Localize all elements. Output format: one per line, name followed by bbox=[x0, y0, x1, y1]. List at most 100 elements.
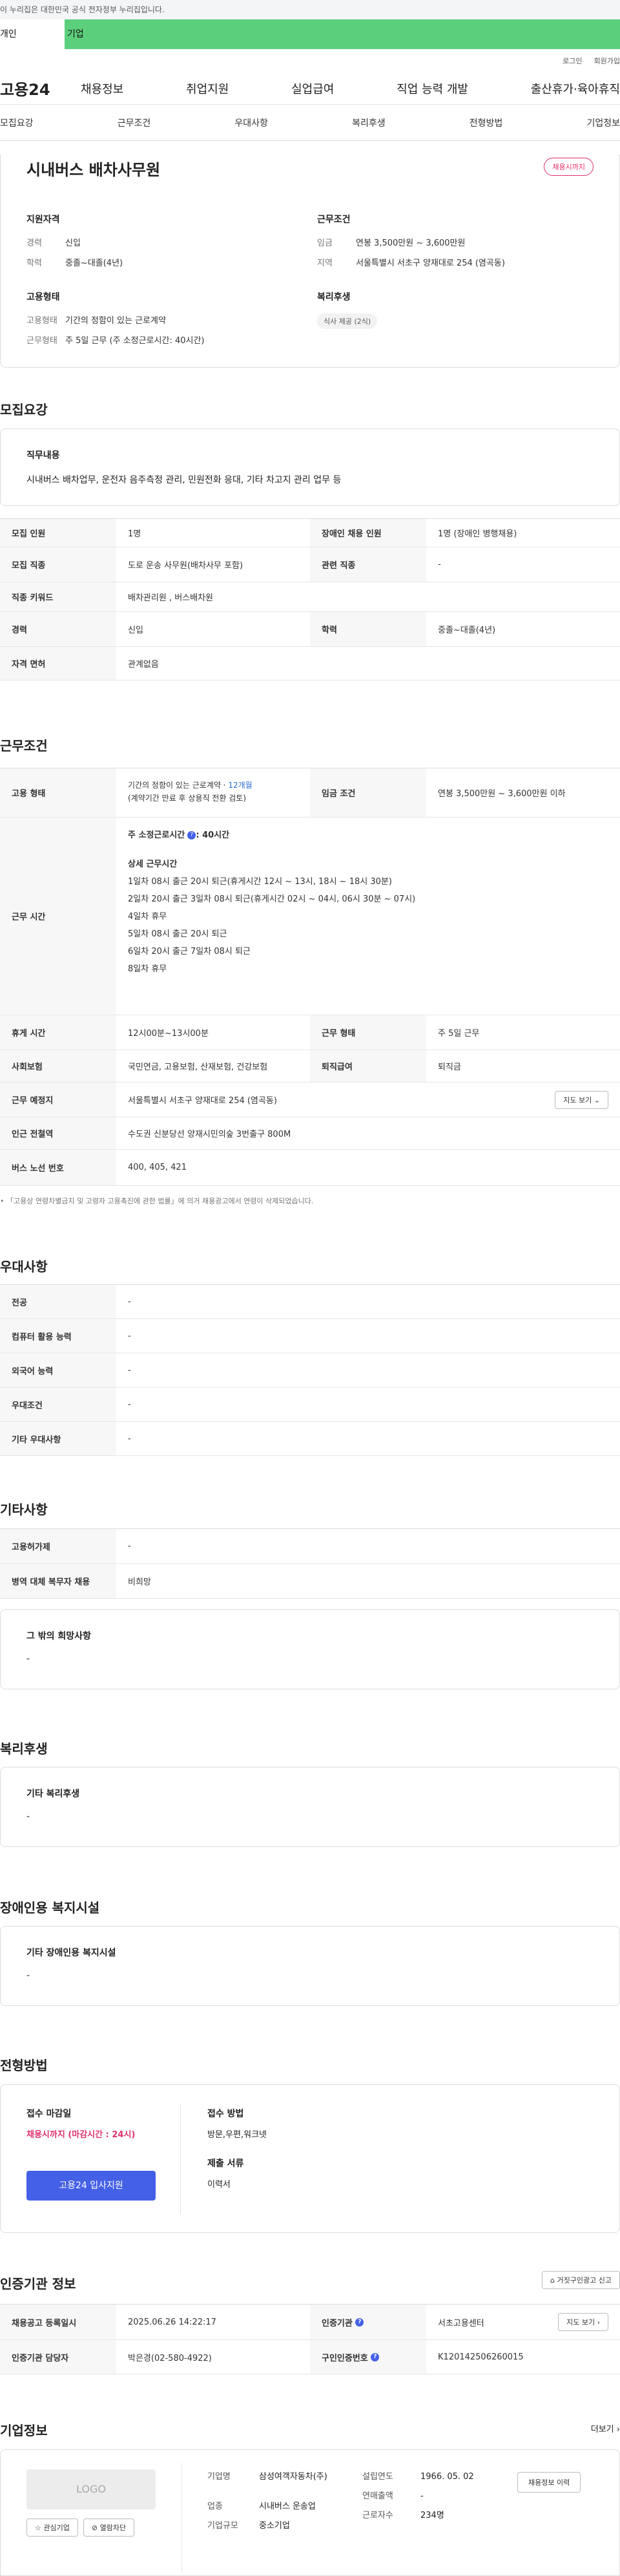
table-row: 인근 전철역 수도권 신분당선 양재시민의숲 3번출구 800M bbox=[0, 1117, 620, 1150]
util-links: 로그인 회원가입 bbox=[0, 49, 620, 72]
job-title: 시내버스 배차사무원 bbox=[26, 161, 161, 179]
table-row: 컴퓨터 활용 능력 - bbox=[0, 1319, 620, 1353]
table-row: 전공 - bbox=[0, 1285, 620, 1319]
duty-title: 직무내용 bbox=[26, 450, 60, 461]
company-row: 기업규모 중소기업 bbox=[207, 2521, 290, 2531]
agency-map-button[interactable]: 지도 보기 › bbox=[558, 2313, 608, 2331]
shift-line: 8일차 휴무 bbox=[128, 964, 167, 974]
info-icon[interactable]: ? bbox=[371, 2352, 380, 2361]
table-row: 근무 시간 주 소정근로시간 ?: 40시간 상세 근무시간 1일차 08시 출… bbox=[0, 818, 620, 1015]
join-link[interactable]: 회원가입 bbox=[594, 56, 620, 66]
tab-company[interactable]: 기업정보 bbox=[586, 116, 620, 129]
duty-text: 시내버스 배차업무, 운전자 음주측정 관리, 민원전화 응대, 기타 차고지 … bbox=[26, 475, 342, 485]
tab-personal[interactable]: 개인 bbox=[0, 19, 65, 49]
site-logo[interactable]: 고용24 bbox=[0, 77, 81, 100]
qualification-title: 지원자격 bbox=[26, 215, 60, 225]
summary-row: 지역 서울특별시 서초구 양재대로 254 (염곡동) bbox=[317, 259, 505, 268]
company-row: 연매출액 - bbox=[362, 2491, 424, 2501]
gnb-item-unemployment-benefit[interactable]: 실업급여 bbox=[291, 80, 334, 97]
welfare-section-title: 복리후생 bbox=[0, 1741, 48, 1757]
age-note: • 「고용상 연령차별금지 및 고령자 고용촉진에 관한 법률」에 의거 채용광… bbox=[0, 1197, 314, 1205]
work-section-title: 근무조건 bbox=[0, 738, 48, 754]
info-icon[interactable]: ? bbox=[355, 2317, 364, 2327]
login-link[interactable]: 로그인 bbox=[563, 56, 582, 66]
condition-group: 근무조건 임금 연봉 3,500만원 ~ 3,600만원 지역 서울특별시 서초구 … bbox=[317, 213, 601, 276]
pref-section-title: 우대사항 bbox=[0, 1259, 48, 1274]
divider bbox=[180, 2104, 181, 2214]
welfare-title: 복리후생 bbox=[317, 292, 351, 302]
table-row: 경력 신입 학력 중졸~대졸(4년) bbox=[0, 612, 620, 647]
block-icon: ⊘ bbox=[91, 2524, 98, 2532]
table-row: 채용공고 등록일시 2025.06.26 14:22:17 인증기관 ? 서초고… bbox=[0, 2305, 620, 2340]
table-row: 고용허가제 - bbox=[0, 1529, 620, 1564]
summary-row: 학력 중졸~대졸(4년) bbox=[26, 259, 123, 268]
tab-recruit[interactable]: 모집요강 bbox=[0, 116, 34, 129]
company-row: 설립연도 1966. 05. 02 bbox=[362, 2472, 474, 2482]
chevron-down-icon: ⌄ bbox=[594, 1095, 600, 1104]
gnb-item-parental-leave[interactable]: 출산휴가·육아휴직 bbox=[531, 80, 620, 97]
table-row: 외국어 능력 - bbox=[0, 1353, 620, 1388]
star-icon: ☆ bbox=[35, 2524, 41, 2532]
welfare-group: 복리후생 식사 제공 (2식) bbox=[317, 290, 601, 329]
table-row: 직종 키워드 배차관리원 , 버스배차원 bbox=[0, 582, 620, 612]
global-nav: 고용24 채용정보 취업지원 실업급여 직업 능력 개발 출산휴가·육아휴직 bbox=[0, 72, 620, 105]
table-row: 모집 인원 1명 장애인 채용 인원 1명 (장애인 병행채용) bbox=[0, 519, 620, 547]
shift-line: 4일차 휴무 bbox=[128, 912, 167, 922]
info-icon[interactable]: ? bbox=[187, 831, 196, 839]
agency-table: 채용공고 등록일시 2025.06.26 14:22:17 인증기관 ? 서초고… bbox=[0, 2304, 620, 2374]
gnb-item-jobs[interactable]: 채용정보 bbox=[81, 80, 123, 97]
table-row: 사회보험 국민연금, 고용보험, 산재보험, 건강보험 퇴직급여 퇴직금 bbox=[0, 1050, 620, 1082]
map-button[interactable]: 지도 보기 ⌄ bbox=[555, 1090, 608, 1109]
company-row: 기업명 삼성여객자동차(주) bbox=[207, 2472, 327, 2482]
table-row: 자격 면허 관계없음 bbox=[0, 647, 620, 681]
divider bbox=[181, 2463, 182, 2573]
block-button[interactable]: ⊘ 열람차단 bbox=[83, 2518, 135, 2537]
table-row: 우대조건 - bbox=[0, 1388, 620, 1422]
company-more-link[interactable]: 더보기 › bbox=[591, 2422, 620, 2434]
selection-box: 접수 마감일 채용시까지 (마감시간 : 24시) 고용24 입사지원 접수 방… bbox=[0, 2084, 620, 2233]
job-summary-card: 시내버스 배차사무원 채용시까지 지원자격 경력 신입 학력 중졸~대졸(4년) 근… bbox=[0, 154, 620, 368]
welfare-box: 기타 복리후생 - bbox=[0, 1767, 620, 1847]
home-icon: ⌂ bbox=[550, 2276, 555, 2285]
etc-section-title: 기타사항 bbox=[0, 1502, 48, 1517]
recruit-section-title: 모집요강 bbox=[0, 402, 48, 417]
work-table: 고용 형태 기간의 정함이 있는 근로계약 · 12개월 (계약기간 만료 후 … bbox=[0, 768, 620, 1186]
company-logo: LOGO bbox=[26, 2469, 156, 2509]
section-tabs: 모집요강 근무조건 우대사항 복리후생 전형방법 기업정보 bbox=[0, 105, 620, 141]
gnb-item-vocational-training[interactable]: 직업 능력 개발 bbox=[397, 80, 468, 97]
table-row: 기타 우대사항 - bbox=[0, 1422, 620, 1456]
agency-section-title: 인증기관 정보 bbox=[0, 2276, 76, 2292]
favorite-button[interactable]: ☆ 관심기업 bbox=[26, 2518, 78, 2537]
employment-title: 고용형태 bbox=[26, 292, 60, 302]
table-row: 병역 대체 복무자 채용 비희망 bbox=[0, 1564, 620, 1599]
shift-line: 2일차 20시 출근 3일차 08시 퇴근(휴게시간 02시 ~ 04시, 06… bbox=[128, 894, 416, 904]
table-row: 모집 직종 도로 운송 사무원(배차사무 포함) 관련 직종 - bbox=[0, 547, 620, 582]
tab-preference[interactable]: 우대사항 bbox=[234, 116, 268, 129]
company-row: 근로자수 234명 bbox=[362, 2511, 444, 2520]
pref-table: 전공 - 컴퓨터 활용 능력 - 외국어 능력 - 우대조건 - 기타 우대사항 - bbox=[0, 1284, 620, 1456]
history-button[interactable]: 채용정보 이력 bbox=[517, 2472, 581, 2493]
selection-section-title: 전형방법 bbox=[0, 2058, 48, 2073]
deadline-badge: 채용시까지 bbox=[544, 158, 594, 176]
etc-table: 고용허가제 - 병역 대체 복무자 채용 비희망 bbox=[0, 1528, 620, 1599]
apply-button[interactable]: 고용24 입사지원 bbox=[26, 2171, 156, 2201]
tab-welfare[interactable]: 복리후생 bbox=[352, 116, 386, 129]
tab-work-condition[interactable]: 근무조건 bbox=[118, 116, 151, 129]
table-row: 인증기관 담당자 박은경(02-580-4922) 구인인증번호 ? K1201… bbox=[0, 2340, 620, 2374]
table-row: 휴게 시간 12시00분~13시00분 근무 형태 주 5일 근무 bbox=[0, 1015, 620, 1050]
qualification-group: 지원자격 경력 신입 학력 중졸~대졸(4년) bbox=[26, 213, 298, 276]
report-button[interactable]: ⌂ 거짓구인광고 신고 bbox=[542, 2271, 620, 2289]
recruit-table: 모집 인원 1명 장애인 채용 인원 1명 (장애인 병행채용) 모집 직종 도… bbox=[0, 518, 620, 681]
gov-banner: 이 누리집은 대한민국 공식 전자정부 누리집입니다. bbox=[0, 0, 620, 19]
condition-title: 근무조건 bbox=[317, 215, 351, 225]
gnb-item-employment-support[interactable]: 취업지원 bbox=[186, 80, 229, 97]
company-section-title: 기업정보 bbox=[0, 2423, 48, 2438]
user-type-tabs: 개인 기업 bbox=[0, 19, 620, 49]
tab-business[interactable]: 기업 bbox=[65, 19, 620, 49]
summary-row: 경력 신입 bbox=[26, 238, 81, 248]
tab-selection[interactable]: 전형방법 bbox=[470, 116, 503, 129]
summary-row: 근무형태 주 5일 근무 (주 소정근로시간: 40시간) bbox=[26, 336, 205, 346]
shift-line: 1일차 08시 출근 20시 퇴근(휴게시간 12시 ~ 13시, 18시 ~ … bbox=[128, 877, 392, 887]
chevron-right-icon: › bbox=[597, 2318, 600, 2327]
summary-row: 임금 연봉 3,500만원 ~ 3,600만원 bbox=[317, 238, 466, 248]
